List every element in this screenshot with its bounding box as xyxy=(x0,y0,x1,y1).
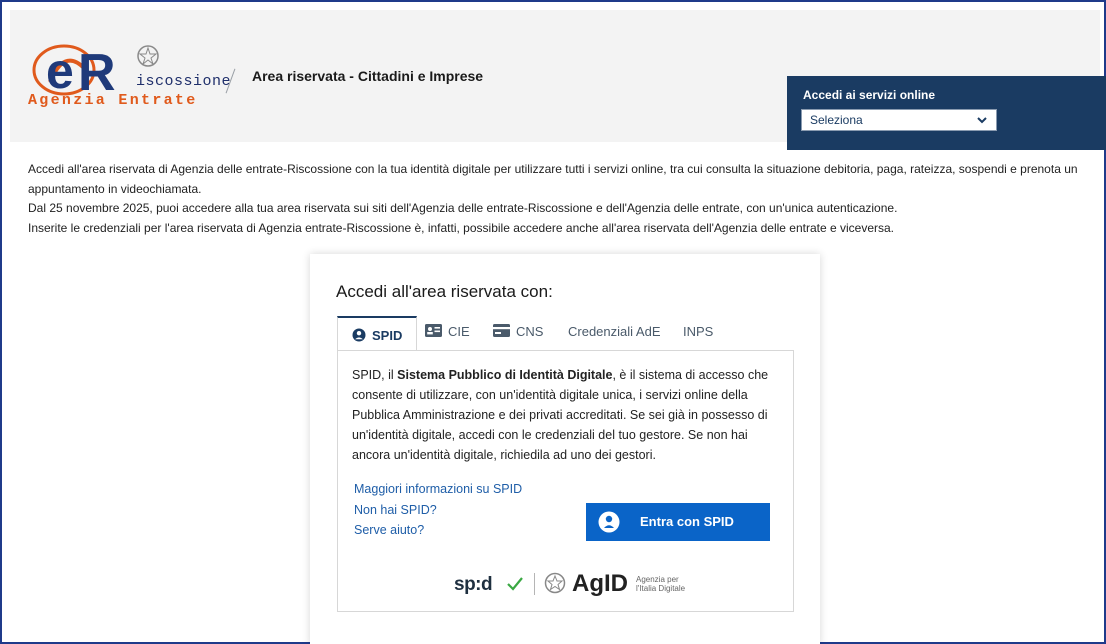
user-circle-icon xyxy=(352,328,366,342)
select-value: Seleziona xyxy=(810,113,863,127)
login-card: Accedi all'area riservata con: SPID CIE … xyxy=(310,254,820,644)
intro-text: Accedi all'area riservata di Agenzia del… xyxy=(28,160,1094,238)
chevron-down-icon xyxy=(977,117,987,124)
spid-description-text: SPID, il xyxy=(352,368,398,382)
logo-agenzia-text: Agenzia Entrate xyxy=(28,92,198,109)
login-title: Accedi all'area riservata con: xyxy=(336,282,553,301)
enter-spid-label: Entra con SPID xyxy=(640,514,734,529)
smart-card-icon xyxy=(493,324,510,337)
link-help[interactable]: Serve aiuto? xyxy=(354,520,522,541)
login-tabs: SPID CIE CNS Credenziali AdE INPS xyxy=(337,316,794,350)
svg-text:e: e xyxy=(46,43,74,99)
page-title: Area riservata - Cittadini e Imprese xyxy=(252,68,484,84)
online-services-select[interactable]: Seleziona xyxy=(801,109,997,131)
spid-links: Maggiori informazioni su SPID Non hai SP… xyxy=(354,479,522,541)
logo-riscossione-text: iscossione xyxy=(136,73,232,90)
logo-divider xyxy=(534,573,535,595)
enter-spid-button[interactable]: Entra con SPID xyxy=(586,503,770,541)
site-logo[interactable]: e R iscossione Agenzia Entrate xyxy=(28,40,232,120)
agid-subtitle: Agenzia per l'Italia Digitale xyxy=(636,575,686,593)
tab-label: CIE xyxy=(448,324,470,339)
tab-cie[interactable]: CIE xyxy=(425,316,470,350)
intro-paragraph: Accedi all'area riservata di Agenzia del… xyxy=(28,162,1078,196)
spid-panel: SPID, il Sistema Pubblico di Identità Di… xyxy=(337,350,794,612)
republic-emblem-icon xyxy=(137,45,159,67)
intro-paragraph: Dal 25 novembre 2025, puoi accedere alla… xyxy=(28,201,898,215)
tab-credenziali-ade[interactable]: Credenziali AdE xyxy=(568,316,661,350)
site-header: e R iscossione Agenzia Entrate Area rise… xyxy=(10,10,1106,150)
tab-inps[interactable]: INPS xyxy=(683,316,713,350)
spid-logo-text: sp:d xyxy=(454,574,493,595)
footer-logos: sp:d AgID Agenzia per l'Italia Digitale xyxy=(454,570,694,599)
tab-spid[interactable]: SPID xyxy=(337,316,418,350)
id-card-icon xyxy=(425,324,442,337)
check-icon xyxy=(507,577,523,591)
republic-emblem-icon xyxy=(544,572,566,594)
tab-label: SPID xyxy=(372,328,403,343)
link-no-spid[interactable]: Non hai SPID? xyxy=(354,500,522,521)
link-spid-info[interactable]: Maggiori informazioni su SPID xyxy=(354,479,522,500)
tab-cns[interactable]: CNS xyxy=(493,316,543,350)
tab-label: Credenziali AdE xyxy=(568,324,661,339)
agid-logo-text: AgID xyxy=(572,570,628,597)
spid-description-bold: Sistema Pubblico di Identità Digitale xyxy=(397,368,613,382)
spid-description-text: , è il sistema di accesso che consente d… xyxy=(352,368,769,462)
tab-label: CNS xyxy=(516,324,544,339)
tab-label: INPS xyxy=(683,324,714,339)
page-frame: e R iscossione Agenzia Entrate Area rise… xyxy=(0,0,1106,644)
online-services-box: Accedi ai servizi online Seleziona xyxy=(787,76,1106,150)
user-circle-icon xyxy=(598,511,620,533)
intro-paragraph: Inserite le credenziali per l'area riser… xyxy=(28,220,895,235)
online-services-label: Accedi ai servizi online xyxy=(803,88,936,102)
spid-description: SPID, il Sistema Pubblico di Identità Di… xyxy=(352,365,782,465)
